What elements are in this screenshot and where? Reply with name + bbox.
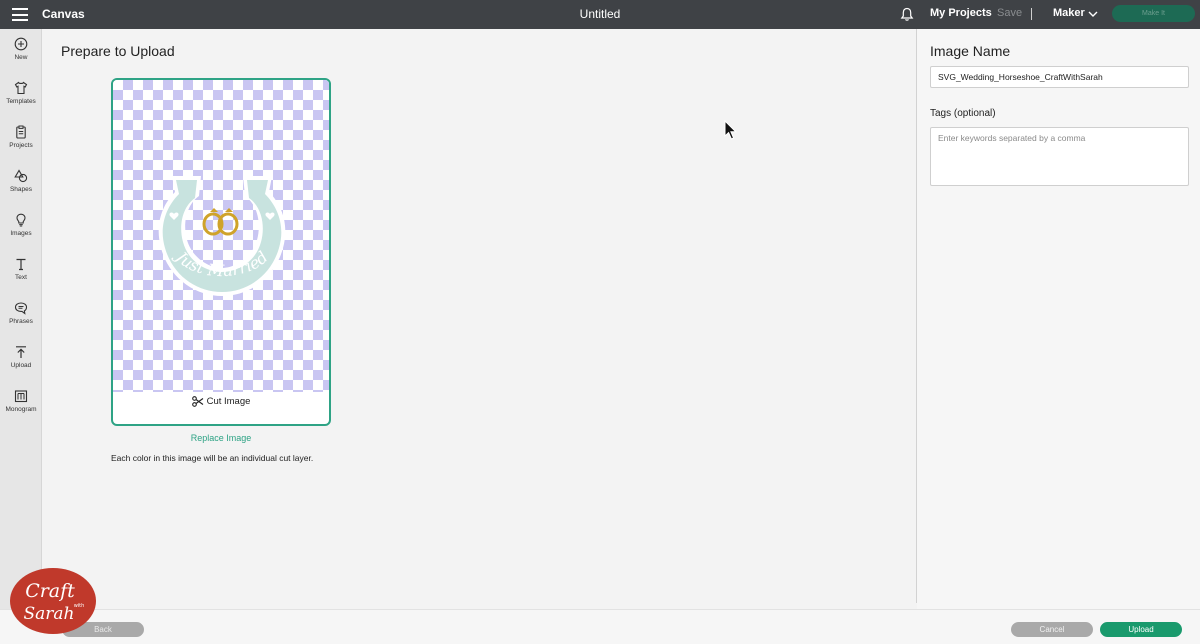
image-name-input[interactable] xyxy=(930,66,1189,88)
sidebar-item-label: Text xyxy=(15,274,27,281)
left-sidebar: New Templates Projects Shapes Images Tex… xyxy=(0,29,42,644)
upload-icon xyxy=(16,346,26,358)
monogram-icon xyxy=(14,390,28,403)
upload-button[interactable]: Upload xyxy=(1100,622,1182,637)
logo-text-sarah: Sarah xyxy=(24,604,75,624)
speech-bubble-icon xyxy=(14,302,28,315)
sidebar-item-phrases[interactable]: Phrases xyxy=(0,301,42,341)
replace-image-link[interactable]: Replace Image xyxy=(111,433,331,443)
scissors-icon xyxy=(191,396,203,407)
header-divider xyxy=(1031,8,1032,20)
sidebar-item-images[interactable]: Images xyxy=(0,213,42,253)
chevron-down-icon[interactable] xyxy=(1088,10,1098,18)
sidebar-item-monogram[interactable]: Monogram xyxy=(0,389,42,429)
image-details-panel: Image Name Tags (optional) xyxy=(917,29,1200,609)
logo-text-with: with xyxy=(74,603,85,609)
document-title[interactable]: Untitled xyxy=(580,7,621,21)
sidebar-item-label: Upload xyxy=(10,362,32,369)
sidebar-item-templates[interactable]: Templates xyxy=(0,81,42,121)
logo-text-craft: Craft xyxy=(25,580,75,602)
sidebar-item-label: Templates xyxy=(6,98,36,105)
text-icon xyxy=(16,258,26,271)
horseshoe-image: Just Married xyxy=(158,176,286,296)
lightbulb-icon xyxy=(16,213,26,227)
app-name: Canvas xyxy=(42,7,85,21)
save-button[interactable]: Save xyxy=(997,7,1022,19)
sidebar-item-label: Phrases xyxy=(9,318,33,325)
bell-icon[interactable] xyxy=(900,7,914,22)
sidebar-item-label: Projects xyxy=(9,142,33,149)
tags-input[interactable] xyxy=(930,127,1189,186)
sidebar-item-projects[interactable]: Projects xyxy=(0,125,42,165)
sidebar-item-text[interactable]: Text xyxy=(0,257,42,297)
shapes-icon xyxy=(14,169,28,183)
make-it-button[interactable]: Make It xyxy=(1112,5,1195,22)
sidebar-item-shapes[interactable]: Shapes xyxy=(0,169,42,209)
cut-layer-note: Each color in this image will be an indi… xyxy=(111,453,314,463)
top-bar: Canvas Untitled My Projects Save Maker M… xyxy=(0,0,1200,29)
image-preview-card: Just Married Cut Image xyxy=(111,78,331,426)
sidebar-item-label: Shapes xyxy=(9,186,33,193)
bottom-bar: Back Cancel Upload xyxy=(0,609,1200,644)
plus-circle-icon xyxy=(14,37,28,51)
shirt-icon xyxy=(14,81,28,95)
tags-label: Tags (optional) xyxy=(930,108,996,119)
clipboard-icon xyxy=(16,125,26,139)
craft-with-sarah-logo: Craft with Sarah xyxy=(10,568,96,634)
sidebar-item-new[interactable]: New xyxy=(0,37,42,77)
hamburger-menu-icon[interactable] xyxy=(12,8,28,21)
sidebar-item-label: New xyxy=(14,54,28,61)
sidebar-item-label: Monogram xyxy=(5,406,37,413)
sidebar-item-upload[interactable]: Upload xyxy=(0,345,42,385)
my-projects-button[interactable]: My Projects xyxy=(930,7,992,19)
cut-type-label[interactable]: Cut Image xyxy=(113,396,329,422)
machine-selector[interactable]: Maker xyxy=(1053,7,1085,19)
page-title: Prepare to Upload xyxy=(61,43,175,59)
sidebar-item-label: Images xyxy=(10,230,32,237)
cancel-button[interactable]: Cancel xyxy=(1011,622,1093,637)
cut-type-text: Cut Image xyxy=(206,396,251,408)
image-name-heading: Image Name xyxy=(930,43,1011,59)
mouse-cursor-icon xyxy=(724,120,738,140)
